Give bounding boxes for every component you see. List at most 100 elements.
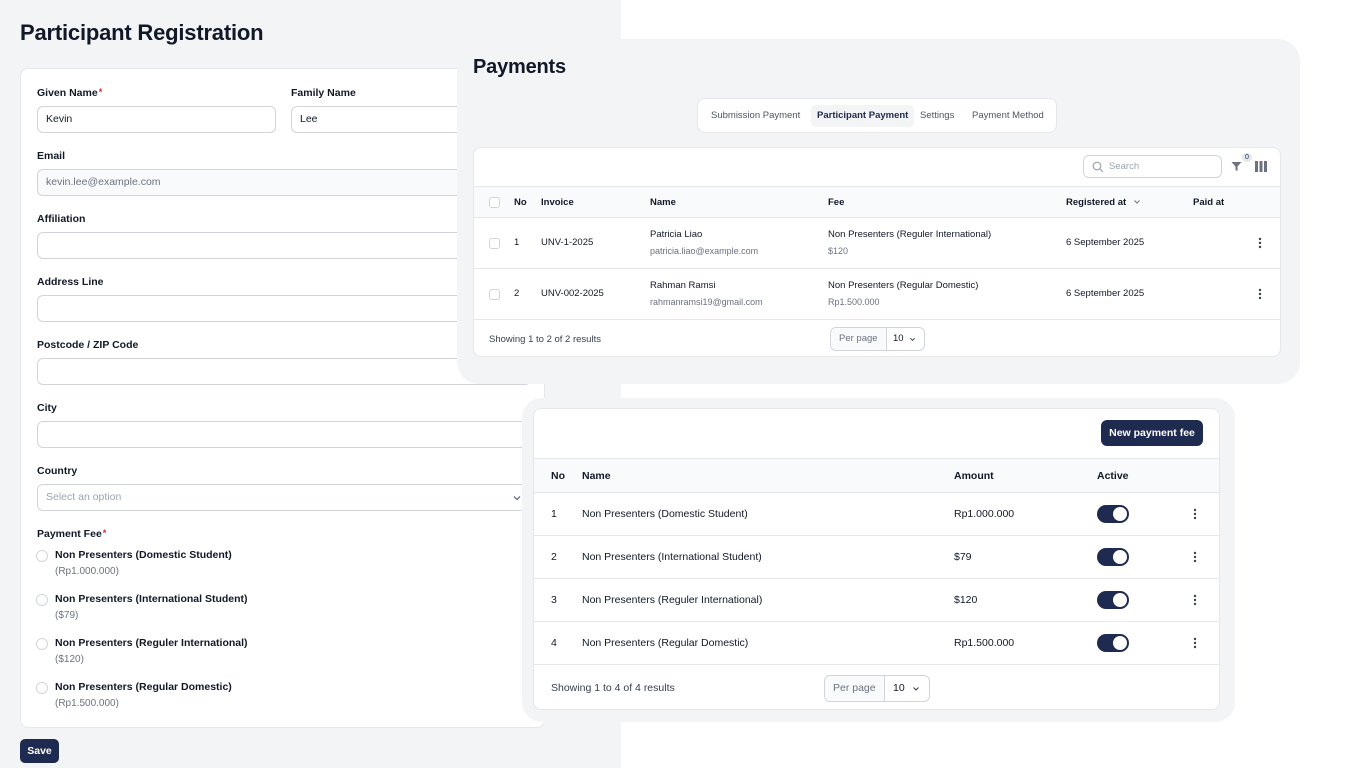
chevron-down-icon [909,337,916,342]
row-checkbox[interactable] [489,289,500,300]
row-email: patricia.liao@example.com [650,246,759,256]
toggle-knob [1113,593,1127,607]
columns-icon[interactable] [1255,161,1267,172]
results-summary: Showing 1 to 4 of 4 results [551,682,675,694]
payments-tabs: Submission Payment Participant Payment S… [697,98,1057,133]
per-page-label: Per page [825,676,885,701]
save-button[interactable]: Save [20,739,59,763]
table-row[interactable]: 2 UNV-002-2025 Rahman Ramsi rahmanramsi1… [474,269,1280,320]
row-amount: $120 [954,594,978,606]
search-placeholder: Search [1109,161,1140,172]
family-name-label: Family Name [291,87,356,99]
active-toggle[interactable] [1097,591,1129,609]
row-amount: $120 [828,246,849,256]
row-no: 4 [551,637,557,649]
fee-option-name: Non Presenters (International Student) [55,593,248,605]
more-actions-icon[interactable] [1193,637,1197,649]
tab-payment-method[interactable]: Payment Method [966,105,1050,127]
required-mark: * [102,528,107,538]
row-fee: Non Presenters (Regular Domestic) [828,280,979,291]
row-checkbox[interactable] [489,238,500,249]
email-label: Email [37,150,66,162]
toggle-knob [1113,550,1127,564]
given-name-input[interactable]: Kevin [37,106,276,133]
new-payment-fee-button[interactable]: New payment fee [1101,420,1203,446]
row-invoice: UNV-002-2025 [541,288,604,299]
payment-fees-table: New payment fee No Name Amount Active 1 … [533,408,1220,710]
tab-participant-payment[interactable]: Participant Payment [811,105,915,127]
search-input[interactable]: Search [1083,155,1222,178]
per-page-value: 10 [893,682,905,694]
more-actions-icon[interactable] [1193,594,1197,606]
per-page-select[interactable]: Per page 10 [824,675,930,702]
row-no: 1 [551,508,557,520]
fee-option-name: Non Presenters (Reguler International) [55,637,248,649]
column-registered-at[interactable]: Registered at [1066,197,1141,208]
payment-fee-label: Payment Fee* [37,528,107,540]
fee-option-price: (Rp1.000.000) [55,566,119,577]
row-invoice: UNV-1-2025 [541,237,594,248]
participant-payments-table: Search 0 No Invoice Name Fee Registered … [473,147,1281,357]
radio-button[interactable] [36,550,48,562]
column-fee: Fee [828,197,845,208]
table-footer: Showing 1 to 2 of 2 results Per page 10 [474,321,1280,356]
table-row[interactable]: 1 Non Presenters (Domestic Student) Rp1.… [534,493,1219,536]
per-page-select[interactable]: Per page 10 [830,327,925,351]
page-title: Participant Registration [20,20,264,45]
row-name: Non Presenters (International Student) [582,551,762,563]
active-toggle[interactable] [1097,634,1129,652]
payments-title: Payments [473,56,566,78]
toggle-knob [1113,636,1127,650]
filter-icon[interactable] [1231,161,1242,172]
active-toggle[interactable] [1097,548,1129,566]
row-amount: Rp1.500.000 [954,637,1015,649]
table-row[interactable]: 1 UNV-1-2025 Patricia Liao patricia.liao… [474,218,1280,269]
more-actions-icon[interactable] [1258,288,1262,300]
search-icon [1092,161,1104,173]
column-active: Active [1097,470,1129,482]
given-name-label: Given Name* [37,87,103,99]
column-paid-at: Paid at [1193,197,1225,208]
active-toggle[interactable] [1097,505,1129,523]
column-invoice: Invoice [541,197,574,208]
column-no: No [514,197,527,208]
row-email: rahmanramsi19@gmail.com [650,297,763,307]
address-label: Address Line [37,276,104,288]
table-header: No Invoice Name Fee Registered at Paid a… [474,186,1280,218]
radio-button[interactable] [36,638,48,650]
table-row[interactable]: 4 Non Presenters (Regular Domestic) Rp1.… [534,622,1219,665]
city-input[interactable] [37,421,531,448]
country-label: Country [37,465,78,477]
table-row[interactable]: 3 Non Presenters (Reguler International)… [534,579,1219,622]
results-summary: Showing 1 to 2 of 2 results [489,334,601,345]
filter-count-badge: 0 [1242,153,1252,162]
more-actions-icon[interactable] [1258,237,1262,249]
chevron-down-icon [513,496,521,501]
fee-option-price: ($120) [55,654,84,665]
country-select[interactable]: Select an option [37,484,531,511]
tab-submission-payment[interactable]: Submission Payment [705,105,806,127]
select-all-checkbox[interactable] [489,197,500,208]
required-mark: * [98,87,103,97]
per-page-label: Per page [831,328,887,350]
table-row[interactable]: 2 Non Presenters (International Student)… [534,536,1219,579]
row-no: 1 [514,237,520,248]
radio-button[interactable] [36,594,48,606]
column-no: No [551,470,565,482]
country-placeholder: Select an option [46,491,122,503]
tab-settings[interactable]: Settings [914,105,960,127]
fee-option-price: ($79) [55,610,79,621]
row-no: 2 [551,551,557,563]
column-name: Name [650,197,676,208]
column-name: Name [582,470,611,482]
row-amount: $79 [954,551,972,563]
fee-option-name: Non Presenters (Domestic Student) [55,549,232,561]
row-name: Patricia Liao [650,229,703,240]
fee-option-name: Non Presenters (Regular Domestic) [55,681,232,693]
more-actions-icon[interactable] [1193,508,1197,520]
radio-button[interactable] [36,682,48,694]
toggle-knob [1113,507,1127,521]
row-amount: Rp1.500.000 [828,297,880,307]
more-actions-icon[interactable] [1193,551,1197,563]
row-name: Non Presenters (Reguler International) [582,594,763,606]
